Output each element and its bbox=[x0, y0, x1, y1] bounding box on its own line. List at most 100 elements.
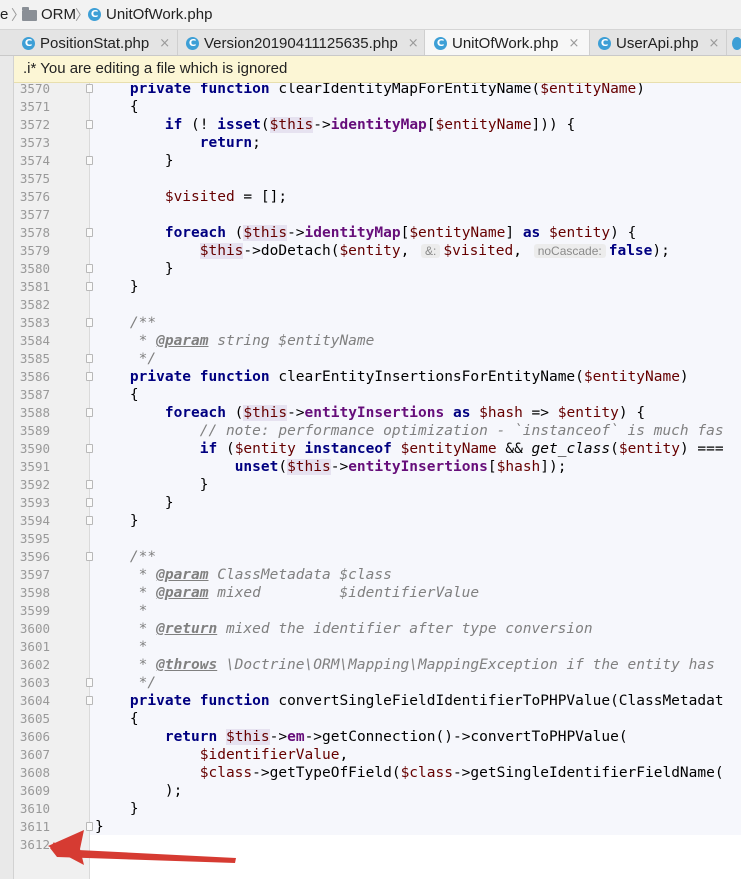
code-line[interactable]: 3589 // note: performance optimization -… bbox=[14, 422, 741, 440]
code-line[interactable]: 3585 */ bbox=[14, 350, 741, 368]
code-line[interactable]: 3574 } bbox=[14, 152, 741, 170]
code-line[interactable]: 3570 private function clearIdentityMapFo… bbox=[14, 83, 741, 98]
fold-marker-icon[interactable] bbox=[86, 678, 93, 687]
code-line[interactable]: 3575 bbox=[14, 170, 741, 188]
code-line[interactable]: 3592 } bbox=[14, 476, 741, 494]
tab-positionstat[interactable]: C PositionStat.php × bbox=[14, 30, 178, 55]
code-line[interactable]: 3604 private function convertSingleField… bbox=[14, 692, 741, 710]
line-number[interactable]: 3602 bbox=[14, 656, 50, 674]
code-line[interactable]: 3573 return; bbox=[14, 134, 741, 152]
fold-marker-icon[interactable] bbox=[86, 282, 93, 291]
line-number[interactable]: 3611 bbox=[14, 818, 50, 836]
close-icon[interactable]: × bbox=[408, 36, 419, 51]
code-line[interactable]: 3611} bbox=[14, 818, 741, 836]
tab-unitofwork[interactable]: C UnitOfWork.php × bbox=[425, 30, 590, 55]
fold-marker-icon[interactable] bbox=[86, 120, 93, 129]
line-number[interactable]: 3574 bbox=[14, 152, 50, 170]
line-number[interactable]: 3595 bbox=[14, 530, 50, 548]
line-number[interactable]: 3588 bbox=[14, 404, 50, 422]
code-line[interactable]: 3608 $class->getTypeOfField($class->getS… bbox=[14, 764, 741, 782]
code-line[interactable]: 3581 } bbox=[14, 278, 741, 296]
breadcrumb-item-parent[interactable]: e bbox=[0, 6, 8, 23]
code-line[interactable]: 3580 } bbox=[14, 260, 741, 278]
line-number[interactable]: 3609 bbox=[14, 782, 50, 800]
fold-marker-icon[interactable] bbox=[86, 372, 93, 381]
code-line[interactable]: 3582 bbox=[14, 296, 741, 314]
code-line[interactable]: 3579 $this->doDetach($entity, &: $visited… bbox=[14, 242, 741, 260]
code-line[interactable]: 3572 if (! isset($this->identityMap[$ent… bbox=[14, 116, 741, 134]
line-number[interactable]: 3575 bbox=[14, 170, 50, 188]
code-line[interactable]: 3578 foreach ($this->identityMap[$entity… bbox=[14, 224, 741, 242]
close-icon[interactable]: × bbox=[159, 36, 170, 51]
code-line[interactable]: 3586 private function clearEntityInserti… bbox=[14, 368, 741, 386]
line-number[interactable]: 3582 bbox=[14, 296, 50, 314]
code-line[interactable]: 3612 bbox=[14, 836, 741, 854]
code-line[interactable]: 3593 } bbox=[14, 494, 741, 512]
code-line[interactable]: 3599 * bbox=[14, 602, 741, 620]
code-line[interactable]: 3588 foreach ($this->entityInsertions as… bbox=[14, 404, 741, 422]
code-line[interactable]: 3587 { bbox=[14, 386, 741, 404]
fold-marker-icon[interactable] bbox=[86, 84, 93, 93]
line-number[interactable]: 3577 bbox=[14, 206, 50, 224]
line-number[interactable]: 3597 bbox=[14, 566, 50, 584]
code-line[interactable]: 3584 * @param string $entityName bbox=[14, 332, 741, 350]
tab-version20190411125635[interactable]: C Version20190411125635.php × bbox=[178, 30, 425, 55]
code-line[interactable]: 3590 if ($entity instanceof $entityName … bbox=[14, 440, 741, 458]
close-icon[interactable]: × bbox=[709, 36, 720, 51]
code-line[interactable]: 3577 bbox=[14, 206, 741, 224]
code-line[interactable]: 3607 $identifierValue, bbox=[14, 746, 741, 764]
code-line[interactable]: 3600 * @return mixed the identifier afte… bbox=[14, 620, 741, 638]
line-number[interactable]: 3590 bbox=[14, 440, 50, 458]
code-line[interactable]: 3595 bbox=[14, 530, 741, 548]
line-number[interactable]: 3579 bbox=[14, 242, 50, 260]
code-line[interactable]: 3598 * @param mixed $identifierValue bbox=[14, 584, 741, 602]
fold-marker-icon[interactable] bbox=[86, 444, 93, 453]
code-line[interactable]: 3591 unset($this->entityInsertions[$hash… bbox=[14, 458, 741, 476]
fold-marker-icon[interactable] bbox=[86, 408, 93, 417]
tab-overflow[interactable] bbox=[727, 30, 741, 55]
fold-marker-icon[interactable] bbox=[86, 516, 93, 525]
line-number[interactable]: 3580 bbox=[14, 260, 50, 278]
line-number[interactable]: 3589 bbox=[14, 422, 50, 440]
line-number[interactable]: 3601 bbox=[14, 638, 50, 656]
line-number[interactable]: 3570 bbox=[14, 83, 50, 98]
code-line[interactable]: 3583 /** bbox=[14, 314, 741, 332]
line-number[interactable]: 3581 bbox=[14, 278, 50, 296]
line-number[interactable]: 3571 bbox=[14, 98, 50, 116]
fold-marker-icon[interactable] bbox=[86, 318, 93, 327]
line-number[interactable]: 3594 bbox=[14, 512, 50, 530]
fold-marker-icon[interactable] bbox=[86, 822, 93, 831]
fold-marker-icon[interactable] bbox=[86, 228, 93, 237]
tab-userapi[interactable]: C UserApi.php × bbox=[590, 30, 727, 55]
close-icon[interactable]: × bbox=[568, 36, 579, 51]
line-number[interactable]: 3591 bbox=[14, 458, 50, 476]
fold-marker-icon[interactable] bbox=[86, 480, 93, 489]
line-number[interactable]: 3605 bbox=[14, 710, 50, 728]
code-line[interactable]: 3609 ); bbox=[14, 782, 741, 800]
line-number[interactable]: 3610 bbox=[14, 800, 50, 818]
fold-marker-icon[interactable] bbox=[86, 552, 93, 561]
line-number[interactable]: 3600 bbox=[14, 620, 50, 638]
line-number[interactable]: 3578 bbox=[14, 224, 50, 242]
code-editor[interactable]: 3570 private function clearIdentityMapFo… bbox=[14, 83, 741, 879]
code-line[interactable]: 3576 $visited = []; bbox=[14, 188, 741, 206]
line-number[interactable]: 3603 bbox=[14, 674, 50, 692]
line-number[interactable]: 3608 bbox=[14, 764, 50, 782]
fold-marker-icon[interactable] bbox=[86, 696, 93, 705]
line-number[interactable]: 3572 bbox=[14, 116, 50, 134]
line-number[interactable]: 3583 bbox=[14, 314, 50, 332]
code-line[interactable]: 3603 */ bbox=[14, 674, 741, 692]
fold-marker-icon[interactable] bbox=[86, 156, 93, 165]
fold-marker-icon[interactable] bbox=[86, 498, 93, 507]
line-number[interactable]: 3593 bbox=[14, 494, 50, 512]
fold-marker-icon[interactable] bbox=[86, 264, 93, 273]
code-line[interactable]: 3594 } bbox=[14, 512, 741, 530]
code-line[interactable]: 3605 { bbox=[14, 710, 741, 728]
line-number[interactable]: 3598 bbox=[14, 584, 50, 602]
fold-marker-icon[interactable] bbox=[86, 354, 93, 363]
code-line[interactable]: 3601 * bbox=[14, 638, 741, 656]
breadcrumb-item-file[interactable]: C UnitOfWork.php bbox=[88, 6, 212, 23]
line-number[interactable]: 3607 bbox=[14, 746, 50, 764]
code-line[interactable]: 3610 } bbox=[14, 800, 741, 818]
line-number[interactable]: 3599 bbox=[14, 602, 50, 620]
